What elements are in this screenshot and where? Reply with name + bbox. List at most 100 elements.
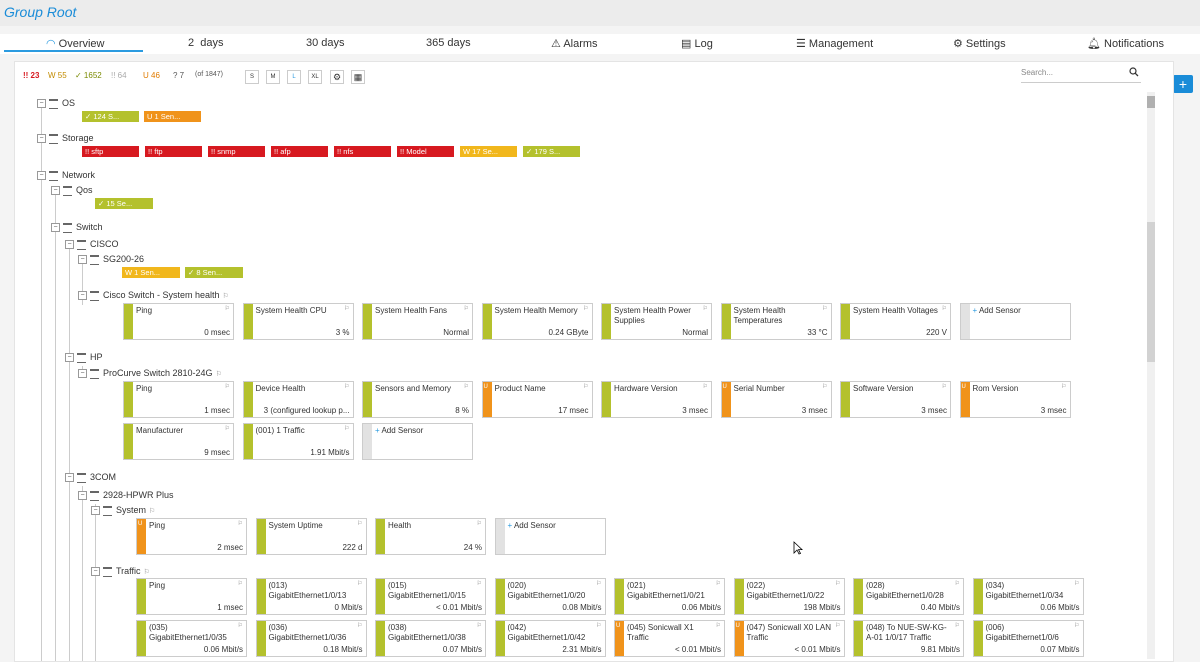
flag-icon[interactable]: ⚐ bbox=[942, 383, 947, 390]
add-button[interactable]: + bbox=[1173, 75, 1193, 93]
collapse-icon[interactable]: − bbox=[37, 134, 46, 144]
status-summary-pill[interactable]: ✓ 8 Sen... bbox=[185, 267, 243, 278]
flag-icon[interactable]: ⚐ bbox=[238, 580, 243, 587]
flag-icon[interactable]: ⚐ bbox=[238, 622, 243, 629]
status-summary-pill[interactable]: !! ftp bbox=[145, 146, 202, 157]
sensor-tile[interactable]: Health 24 % ⚐ bbox=[375, 518, 486, 555]
flag-icon[interactable]: ⚐ bbox=[1074, 580, 1079, 587]
collapse-icon[interactable]: − bbox=[78, 291, 87, 301]
sensor-tile[interactable]: U (047) Sonicwall X0 LAN Traffic < 0.01 Mb… bbox=[733, 620, 845, 657]
flag-icon[interactable]: ⚐ bbox=[942, 305, 947, 312]
flag-icon[interactable]: ⚐ bbox=[835, 580, 840, 587]
sensor-tile[interactable]: System Health CPU 3 % ⚐ bbox=[242, 303, 354, 340]
size-m-button[interactable]: M bbox=[266, 70, 280, 84]
sensor-tile[interactable]: Manufacturer 9 msec ⚐ bbox=[123, 423, 234, 460]
tab-log[interactable]: ▤ Log bbox=[681, 37, 713, 50]
flag-icon[interactable]: ⚐ bbox=[225, 305, 230, 312]
collapse-icon[interactable]: − bbox=[78, 491, 87, 501]
tree-node-switch[interactable]: − Switch bbox=[51, 222, 103, 233]
tab-overview[interactable]: ◠ Overview bbox=[46, 37, 105, 50]
tab-settings[interactable]: ⚙ Settings bbox=[953, 37, 1006, 50]
sensor-tile[interactable]: System Health Voltages 220 V ⚐ bbox=[840, 303, 951, 340]
sensor-tile[interactable]: U Product Name 17 msec ⚐ bbox=[481, 381, 593, 418]
flag-icon[interactable]: ⚐ bbox=[822, 383, 827, 390]
tree-node-procurve[interactable]: − ProCurve Switch 2810-24G ⚐ bbox=[78, 368, 222, 379]
tree-node-sg200[interactable]: − SG200-26 bbox=[78, 254, 144, 265]
sensor-tile[interactable]: (038) GigabitEthernet1/0/38 0.07 Mbit/s ⚐ bbox=[375, 620, 486, 657]
tab-management[interactable]: ☰ Management bbox=[796, 37, 873, 50]
status-summary-pill[interactable]: !! Model bbox=[397, 146, 454, 157]
sensor-tile[interactable]: System Health Fans Normal ⚐ bbox=[362, 303, 473, 340]
sensor-tile[interactable]: Hardware Version 3 msec ⚐ bbox=[601, 381, 712, 418]
size-xl-button[interactable]: XL bbox=[308, 70, 322, 84]
up-count[interactable]: ✓ 1652 bbox=[75, 71, 102, 80]
unusual-count[interactable]: U 46 bbox=[143, 71, 160, 80]
status-summary-pill[interactable]: W 17 Se... bbox=[460, 146, 517, 157]
flag-icon[interactable]: ⚐ bbox=[596, 622, 601, 629]
size-l-button[interactable]: L bbox=[287, 70, 301, 84]
tab-alarms[interactable]: ⚠ Alarms bbox=[551, 37, 598, 50]
add-sensor-button[interactable]: + Add Sensor bbox=[494, 518, 606, 555]
flag-icon[interactable]: ⚐ bbox=[477, 622, 482, 629]
status-summary-pill[interactable]: ✓ 179 S... bbox=[523, 146, 580, 157]
tree-node-qos[interactable]: − Qos bbox=[51, 185, 93, 196]
sensor-tile[interactable]: Software Version 3 msec ⚐ bbox=[840, 381, 951, 418]
sensor-tile[interactable]: Ping 1 msec ⚐ bbox=[123, 381, 234, 418]
sensor-tile[interactable]: (020) GigabitEthernet1/0/20 0.08 Mbit/s ⚐ bbox=[494, 578, 606, 615]
scrollbar[interactable] bbox=[1147, 92, 1155, 659]
sensor-tile[interactable]: U Ping 2 msec ⚐ bbox=[136, 518, 247, 555]
tab-365-days[interactable]: 365 days bbox=[426, 37, 471, 49]
flag-icon[interactable]: ⚐ bbox=[703, 305, 708, 312]
flag-icon[interactable]: ⚐ bbox=[225, 425, 230, 432]
search-icon[interactable] bbox=[1129, 67, 1139, 77]
tree-node-system[interactable]: − System ⚐ bbox=[91, 505, 155, 516]
collapse-icon[interactable]: − bbox=[78, 255, 87, 265]
collapse-icon[interactable]: − bbox=[78, 369, 87, 379]
flag-icon[interactable]: ⚐ bbox=[238, 520, 243, 527]
sensor-tile[interactable]: (036) GigabitEthernet1/0/36 0.18 Mbit/s ⚐ bbox=[255, 620, 367, 657]
add-sensor-button[interactable]: + Add Sensor bbox=[362, 423, 473, 460]
collapse-icon[interactable]: − bbox=[37, 171, 46, 181]
sensor-tile[interactable]: Ping 0 msec ⚐ bbox=[123, 303, 234, 340]
sensor-tile[interactable]: (021) GigabitEthernet1/0/21 0.06 Mbit/s ⚐ bbox=[614, 578, 725, 615]
status-summary-pill[interactable]: !! nfs bbox=[334, 146, 391, 157]
sensor-tile[interactable]: U Serial Number 3 msec ⚐ bbox=[720, 381, 832, 418]
flag-icon[interactable]: ⚐ bbox=[835, 622, 840, 629]
sensor-tile[interactable]: Sensors and Memory 8 % ⚐ bbox=[362, 381, 473, 418]
sensor-tile[interactable]: System Health Power Supplies Normal ⚐ bbox=[601, 303, 712, 340]
flag-icon[interactable]: ⚐ bbox=[225, 383, 230, 390]
status-summary-pill[interactable]: !! snmp bbox=[208, 146, 265, 157]
tab-2-days[interactable]: 2 days bbox=[188, 37, 223, 49]
tree-node-cisco[interactable]: − CISCO bbox=[65, 239, 119, 250]
tree-node-hpwr[interactable]: −2928-HPWR Plus bbox=[78, 490, 174, 501]
sensor-tile[interactable]: (034) GigabitEthernet1/0/34 0.06 Mbit/s ⚐ bbox=[972, 578, 1084, 615]
scrollbar-thumb[interactable] bbox=[1147, 96, 1155, 108]
flag-icon[interactable]: ⚐ bbox=[583, 383, 588, 390]
sensor-tile[interactable]: System Health Temperatures 33 °C ⚐ bbox=[720, 303, 832, 340]
collapse-icon[interactable]: − bbox=[65, 353, 74, 363]
collapse-icon[interactable]: − bbox=[37, 99, 46, 109]
search-input[interactable]: Search... bbox=[1021, 68, 1141, 83]
sensor-tile[interactable]: U (045) Sonicwall X1 Traffic < 0.01 Mbit/s… bbox=[614, 620, 725, 657]
tree-node-cisco-health[interactable]: − Cisco Switch - System health ⚐ bbox=[78, 290, 229, 301]
scrollbar-track-thumb[interactable] bbox=[1147, 222, 1155, 362]
sensor-tile[interactable]: (022) GigabitEthernet1/0/22 198 Mbit/s ⚐ bbox=[733, 578, 845, 615]
flag-icon[interactable]: ⚐ bbox=[344, 425, 349, 432]
collapse-icon[interactable]: − bbox=[65, 240, 74, 250]
flag-icon[interactable]: ⚐ bbox=[477, 580, 482, 587]
tree-node-storage[interactable]: − Storage bbox=[37, 133, 94, 144]
sensor-tile[interactable]: System Health Memory 0.24 GByte ⚐ bbox=[481, 303, 593, 340]
flag-icon[interactable]: ⚐ bbox=[822, 305, 827, 312]
flag-icon[interactable]: ⚐ bbox=[703, 383, 708, 390]
flag-icon[interactable]: ⚐ bbox=[357, 580, 362, 587]
tree-node-network[interactable]: − Network bbox=[37, 170, 95, 181]
flag-icon[interactable]: ⚐ bbox=[344, 383, 349, 390]
status-summary-pill[interactable]: U 1 Sen... bbox=[144, 111, 201, 122]
paused-count[interactable]: !! 64 bbox=[111, 71, 127, 80]
collapse-icon[interactable]: − bbox=[91, 506, 100, 516]
sensor-tile[interactable]: (042) GigabitEthernet1/0/42 2.31 Mbit/s ⚐ bbox=[494, 620, 606, 657]
warning-count[interactable]: W 55 bbox=[48, 71, 67, 80]
tree-node-os[interactable]: − OS bbox=[37, 98, 75, 109]
flag-icon[interactable]: ⚐ bbox=[344, 305, 349, 312]
tree-node-3com[interactable]: −3COM bbox=[65, 472, 116, 483]
